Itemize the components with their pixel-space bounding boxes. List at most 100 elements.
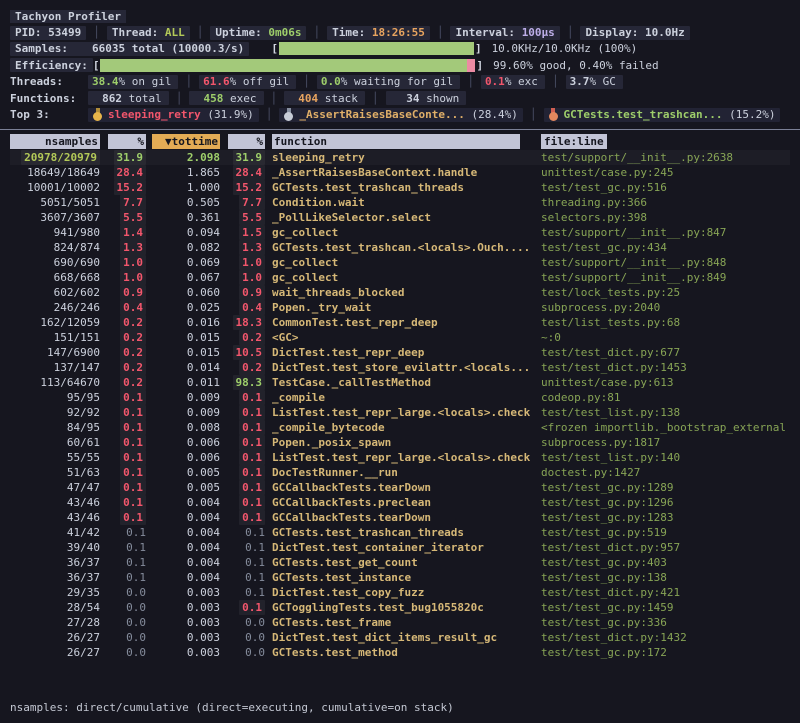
file-line-cell: test/list_tests.py:68: [535, 315, 790, 330]
function-cell: gc_collect: [265, 225, 535, 240]
nsamples-cell: 39/40: [10, 540, 100, 555]
table-row[interactable]: 690/6901.00.0691.0gc_collecttest/support…: [10, 255, 790, 270]
table-row[interactable]: 36/370.10.0040.1GCTests.test_get_countte…: [10, 555, 790, 570]
pid-value: 53499: [48, 26, 81, 39]
cumulative-pct-cell: 1.0: [220, 255, 265, 270]
cumulative-pct-cell: 1.0: [220, 270, 265, 285]
table-row[interactable]: 55/550.10.0060.1ListTest.test_repr_large…: [10, 450, 790, 465]
nsamples-cell: 41/42: [10, 525, 100, 540]
file-line-cell: test/test_list.py:138: [535, 405, 790, 420]
cumulative-pct-cell: 7.7: [220, 195, 265, 210]
file-line-cell: test/support/__init__.py:848: [535, 255, 790, 270]
function-cell: GCCallbackTests.tearDown: [265, 510, 535, 525]
tottime-cell: 0.005: [146, 480, 220, 495]
table-row[interactable]: 602/6020.90.0600.9wait_threads_blockedte…: [10, 285, 790, 300]
table-row[interactable]: 26/270.00.0030.0DictTest.test_dict_items…: [10, 630, 790, 645]
column-header-direct-pct[interactable]: %: [100, 134, 146, 149]
tottime-cell: 0.004: [146, 570, 220, 585]
table-row[interactable]: 18649/1864928.41.86528.4_AssertRaisesBas…: [10, 165, 790, 180]
table-row[interactable]: 28/540.00.0030.1GCTogglingTests.test_bug…: [10, 600, 790, 615]
column-header-cumulative-pct[interactable]: %: [220, 134, 265, 149]
table-row[interactable]: 10001/1000215.21.00015.2GCTests.test_tra…: [10, 180, 790, 195]
table-row[interactable]: 113/646700.20.01198.3TestCase._callTestM…: [10, 375, 790, 390]
file-line-cell: subprocess.py:1817: [535, 435, 790, 450]
table-row[interactable]: 824/8741.30.0821.3GCTests.test_trashcan.…: [10, 240, 790, 255]
file-line-cell: test/test_list.py:140: [535, 450, 790, 465]
direct-pct-cell: 5.5: [100, 210, 146, 225]
divider: │: [303, 75, 310, 88]
table-row[interactable]: 84/950.10.0080.1_compile_bytecode<frozen…: [10, 420, 790, 435]
tottime-cell: 1.865: [146, 165, 220, 180]
header-separator-line: [0, 129, 800, 130]
nsamples-cell: 27/28: [10, 615, 100, 630]
table-row[interactable]: 29/350.00.0030.1DictTest.test_copy_fuzzt…: [10, 585, 790, 600]
efficiency-failed-fill: [467, 59, 475, 72]
tottime-cell: 0.009: [146, 405, 220, 420]
table-row[interactable]: 5051/50517.70.5057.7Condition.waitthread…: [10, 195, 790, 210]
function-cell: GCTests.test_method: [265, 645, 535, 660]
column-header-function[interactable]: function: [265, 134, 535, 150]
function-cell: ListTest.test_repr_large.<locals>.check: [265, 450, 535, 465]
function-cell: _PollLikeSelector.select: [265, 210, 535, 225]
function-cell: gc_collect: [265, 255, 535, 270]
table-row[interactable]: 51/630.10.0050.1DocTestRunner.__rundocte…: [10, 465, 790, 480]
cumulative-pct-cell: 10.5: [220, 345, 265, 360]
table-row[interactable]: 26/270.00.0030.0GCTests.test_methodtest/…: [10, 645, 790, 660]
column-header-tottime-sorted[interactable]: ▼tottime: [146, 134, 220, 149]
file-line-cell: <frozen importlib._bootstrap_external: [535, 420, 790, 435]
function-cell: Condition.wait: [265, 195, 535, 210]
direct-pct-cell: 28.4: [100, 165, 146, 180]
table-row[interactable]: 162/120590.20.01618.3CommonTest.test_rep…: [10, 315, 790, 330]
table-row[interactable]: 60/610.10.0060.1Popen._posix_spawnsubpro…: [10, 435, 790, 450]
top3-entry-1[interactable]: sleeping_retry (31.9%): [88, 108, 259, 122]
tottime-cell: 0.067: [146, 270, 220, 285]
table-row[interactable]: 137/1470.20.0140.2DictTest.test_store_ev…: [10, 360, 790, 375]
cumulative-pct-cell: 0.1: [220, 495, 265, 510]
uptime-value: 0m06s: [268, 26, 301, 39]
table-row[interactable]: 47/470.10.0050.1GCCallbackTests.tearDown…: [10, 480, 790, 495]
threads-label: Threads:: [10, 75, 88, 88]
divider: │: [372, 92, 379, 105]
table-row[interactable]: 41/420.10.0040.1GCTests.test_trashcan_th…: [10, 525, 790, 540]
table-row[interactable]: 941/9801.40.0941.5gc_collecttest/support…: [10, 225, 790, 240]
table-row[interactable]: 39/400.10.0040.1DictTest.test_container_…: [10, 540, 790, 555]
off-gil-stat: 61.6% off gil: [199, 75, 296, 89]
nsamples-cell: 668/668: [10, 270, 100, 285]
column-header-file-line[interactable]: file:line: [535, 134, 790, 150]
table-row[interactable]: 43/460.10.0040.1GCCallbackTests.preclean…: [10, 495, 790, 510]
function-cell: DocTestRunner.__run: [265, 465, 535, 480]
cumulative-pct-cell: 0.0: [220, 630, 265, 645]
on-gil-stat: 38.4% on gil: [88, 75, 178, 89]
tottime-cell: 0.003: [146, 615, 220, 630]
nsamples-cell: 18649/18649: [10, 165, 100, 180]
time-value: 18:26:55: [372, 26, 425, 39]
table-row[interactable]: 36/370.10.0040.1GCTests.test_instancetes…: [10, 570, 790, 585]
tottime-cell: 0.003: [146, 585, 220, 600]
app-title: Tachyon Profiler: [10, 10, 126, 23]
tottime-cell: 0.082: [146, 240, 220, 255]
table-row[interactable]: 3607/36075.50.3615.5_PollLikeSelector.se…: [10, 210, 790, 225]
direct-pct-cell: 0.2: [100, 315, 146, 330]
table-row[interactable]: 668/6681.00.0671.0gc_collecttest/support…: [10, 270, 790, 285]
top3-entry-3[interactable]: GCTests.test_trashcan... (15.2%): [544, 108, 781, 122]
top3-entry-2[interactable]: _AssertRaisesBaseConte... (28.4%): [279, 108, 523, 122]
table-row[interactable]: 95/950.10.0090.1_compilecodeop.py:81: [10, 390, 790, 405]
tottime-cell: 0.060: [146, 285, 220, 300]
file-line-cell: threading.py:366: [535, 195, 790, 210]
table-row[interactable]: 92/920.10.0090.1ListTest.test_repr_large…: [10, 405, 790, 420]
column-header-nsamples[interactable]: nsamples: [10, 134, 100, 149]
thread-selector[interactable]: Thread: ALL: [107, 26, 190, 40]
table-row[interactable]: 43/460.10.0040.1GCCallbackTests.tearDown…: [10, 510, 790, 525]
table-row[interactable]: 27/280.00.0030.0GCTests.test_frametest/t…: [10, 615, 790, 630]
table-row[interactable]: 151/1510.20.0150.2<GC>~:0: [10, 330, 790, 345]
threads-row: Threads: 38.4% on gil │ 61.6% off gil │ …: [10, 74, 790, 90]
table-row[interactable]: 20978/2097931.92.09831.9sleeping_retryte…: [10, 150, 790, 165]
functions-label: Functions:: [10, 92, 88, 105]
direct-pct-cell: 0.2: [100, 345, 146, 360]
tottime-cell: 0.004: [146, 555, 220, 570]
tottime-cell: 0.008: [146, 420, 220, 435]
table-row[interactable]: 246/2460.40.0250.4Popen._try_waitsubproc…: [10, 300, 790, 315]
table-row[interactable]: 147/69000.20.01510.5DictTest.test_repr_d…: [10, 345, 790, 360]
direct-pct-cell: 0.1: [100, 495, 146, 510]
cumulative-pct-cell: 1.3: [220, 240, 265, 255]
